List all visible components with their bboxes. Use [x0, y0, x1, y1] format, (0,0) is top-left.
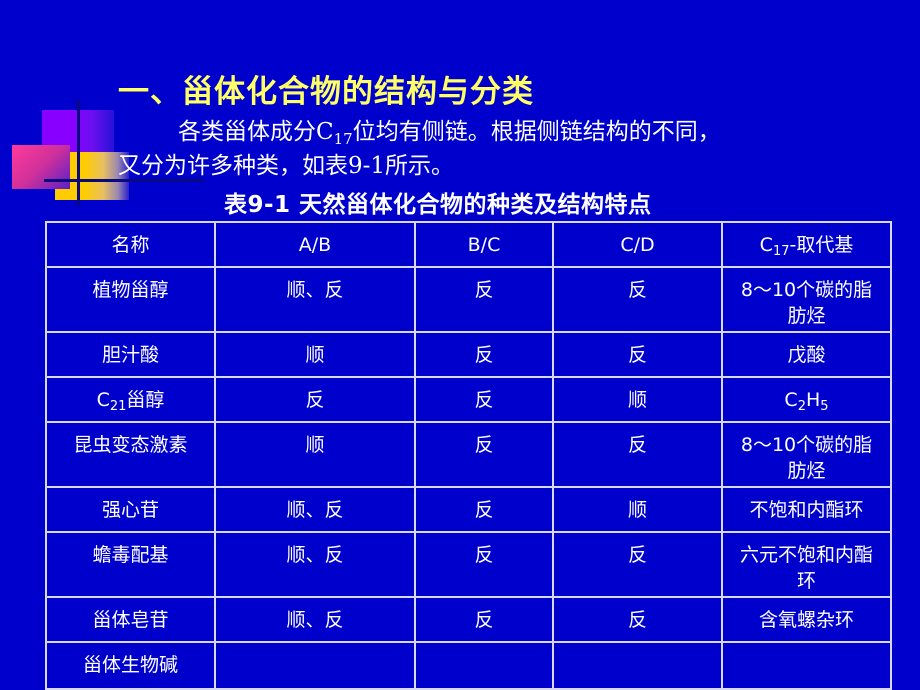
paragraph-line-1: 各类甾体成分C17位均有侧链。根据侧链结构的不同， [178, 112, 721, 148]
paragraph-text: 位均有侧链。根据侧链结构的不同， [352, 119, 721, 145]
cell-name: C21甾醇 [45, 376, 216, 423]
cell-name: 植物甾醇 [45, 266, 216, 333]
cell-ab: 反 [214, 376, 416, 423]
cell-bc [414, 641, 554, 690]
subscript: 5 [820, 399, 829, 414]
table-row: C21甾醇 反 反 顺 C2H5 [45, 376, 892, 423]
cell-name: 昆虫变态激素 [45, 421, 216, 488]
cell-ab [214, 641, 416, 690]
cell-c17: 不饱和内酯环 [721, 486, 892, 533]
cell-cd [552, 641, 723, 690]
table-row: 甾体生物碱 [45, 641, 892, 690]
cell-cd: 顺 [552, 376, 723, 423]
cell-text: C [784, 389, 798, 411]
header-name: 名称 [45, 221, 216, 268]
header-ab: A/B [214, 221, 416, 268]
decoration-pink-square [12, 145, 70, 189]
cell-bc: 反 [414, 421, 554, 488]
cell-ab: 顺、反 [214, 531, 416, 598]
subscript: 2 [797, 399, 806, 414]
cell-name: 强心苷 [45, 486, 216, 533]
cell-cd: 反 [552, 331, 723, 378]
cell-bc: 反 [414, 331, 554, 378]
header-text: -取代基 [789, 234, 854, 256]
decoration-vertical-line [77, 100, 80, 206]
cell-cd: 顺 [552, 486, 723, 533]
cell-text: C [96, 389, 110, 411]
cell-ab: 顺 [214, 421, 416, 488]
cell-text: 甾醇 [126, 389, 165, 411]
cell-ab: 顺、反 [214, 596, 416, 643]
cell-bc: 反 [414, 376, 554, 423]
cell-c17: 8～10个碳的脂肪烃 [721, 266, 892, 333]
header-bc: B/C [414, 221, 554, 268]
cell-name: 甾体皂苷 [45, 596, 216, 643]
cell-c17: 戊酸 [721, 331, 892, 378]
cell-ab: 顺、反 [214, 266, 416, 333]
subscript: 17 [772, 244, 790, 259]
cell-cd: 反 [552, 531, 723, 598]
cell-ab: 顺 [214, 331, 416, 378]
table-row: 强心苷 顺、反 反 顺 不饱和内酯环 [45, 486, 892, 533]
cell-name: 蟾毒配基 [45, 531, 216, 598]
table-row: 植物甾醇 顺、反 反 反 8～10个碳的脂肪烃 [45, 266, 892, 333]
cell-c17: 8～10个碳的脂肪烃 [721, 421, 892, 488]
cell-cd: 反 [552, 266, 723, 333]
cell-c17 [721, 641, 892, 690]
cell-name: 胆汁酸 [45, 331, 216, 378]
table-header-row: 名称 A/B B/C C/D C17-取代基 [45, 221, 892, 268]
cell-name: 甾体生物碱 [45, 641, 216, 690]
paragraph-line-2: 又分为许多种类，如表9-1所示。 [118, 153, 455, 179]
cell-bc: 反 [414, 596, 554, 643]
slide-title: 一、甾体化合物的结构与分类 [118, 74, 534, 110]
header-c17-substituent: C17-取代基 [721, 221, 892, 268]
cell-bc: 反 [414, 531, 554, 598]
cell-c17: 含氧螺杂环 [721, 596, 892, 643]
table-row: 蟾毒配基 顺、反 反 反 六元不饱和内酯环 [45, 531, 892, 598]
cell-cd: 反 [552, 421, 723, 488]
table-row: 昆虫变态激素 顺 反 反 8～10个碳的脂肪烃 [45, 421, 892, 488]
steroid-classification-table: 名称 A/B B/C C/D C17-取代基 植物甾醇 顺、反 反 反 8～10… [45, 221, 892, 690]
cell-bc: 反 [414, 486, 554, 533]
header-cd: C/D [552, 221, 723, 268]
paragraph-text: 各类甾体成分C [178, 119, 334, 145]
cell-c17: 六元不饱和内酯环 [721, 531, 892, 598]
cell-text: H [805, 389, 821, 411]
header-text: C [759, 234, 773, 256]
subscript: 21 [109, 399, 127, 414]
cell-bc: 反 [414, 266, 554, 333]
cell-ab: 顺、反 [214, 486, 416, 533]
cell-c17: C2H5 [721, 376, 892, 423]
cell-cd: 反 [552, 596, 723, 643]
table-row: 甾体皂苷 顺、反 反 反 含氧螺杂环 [45, 596, 892, 643]
table-caption: 表9-1 天然甾体化合物的种类及结构特点 [224, 192, 652, 218]
table-row: 胆汁酸 顺 反 反 戊酸 [45, 331, 892, 378]
